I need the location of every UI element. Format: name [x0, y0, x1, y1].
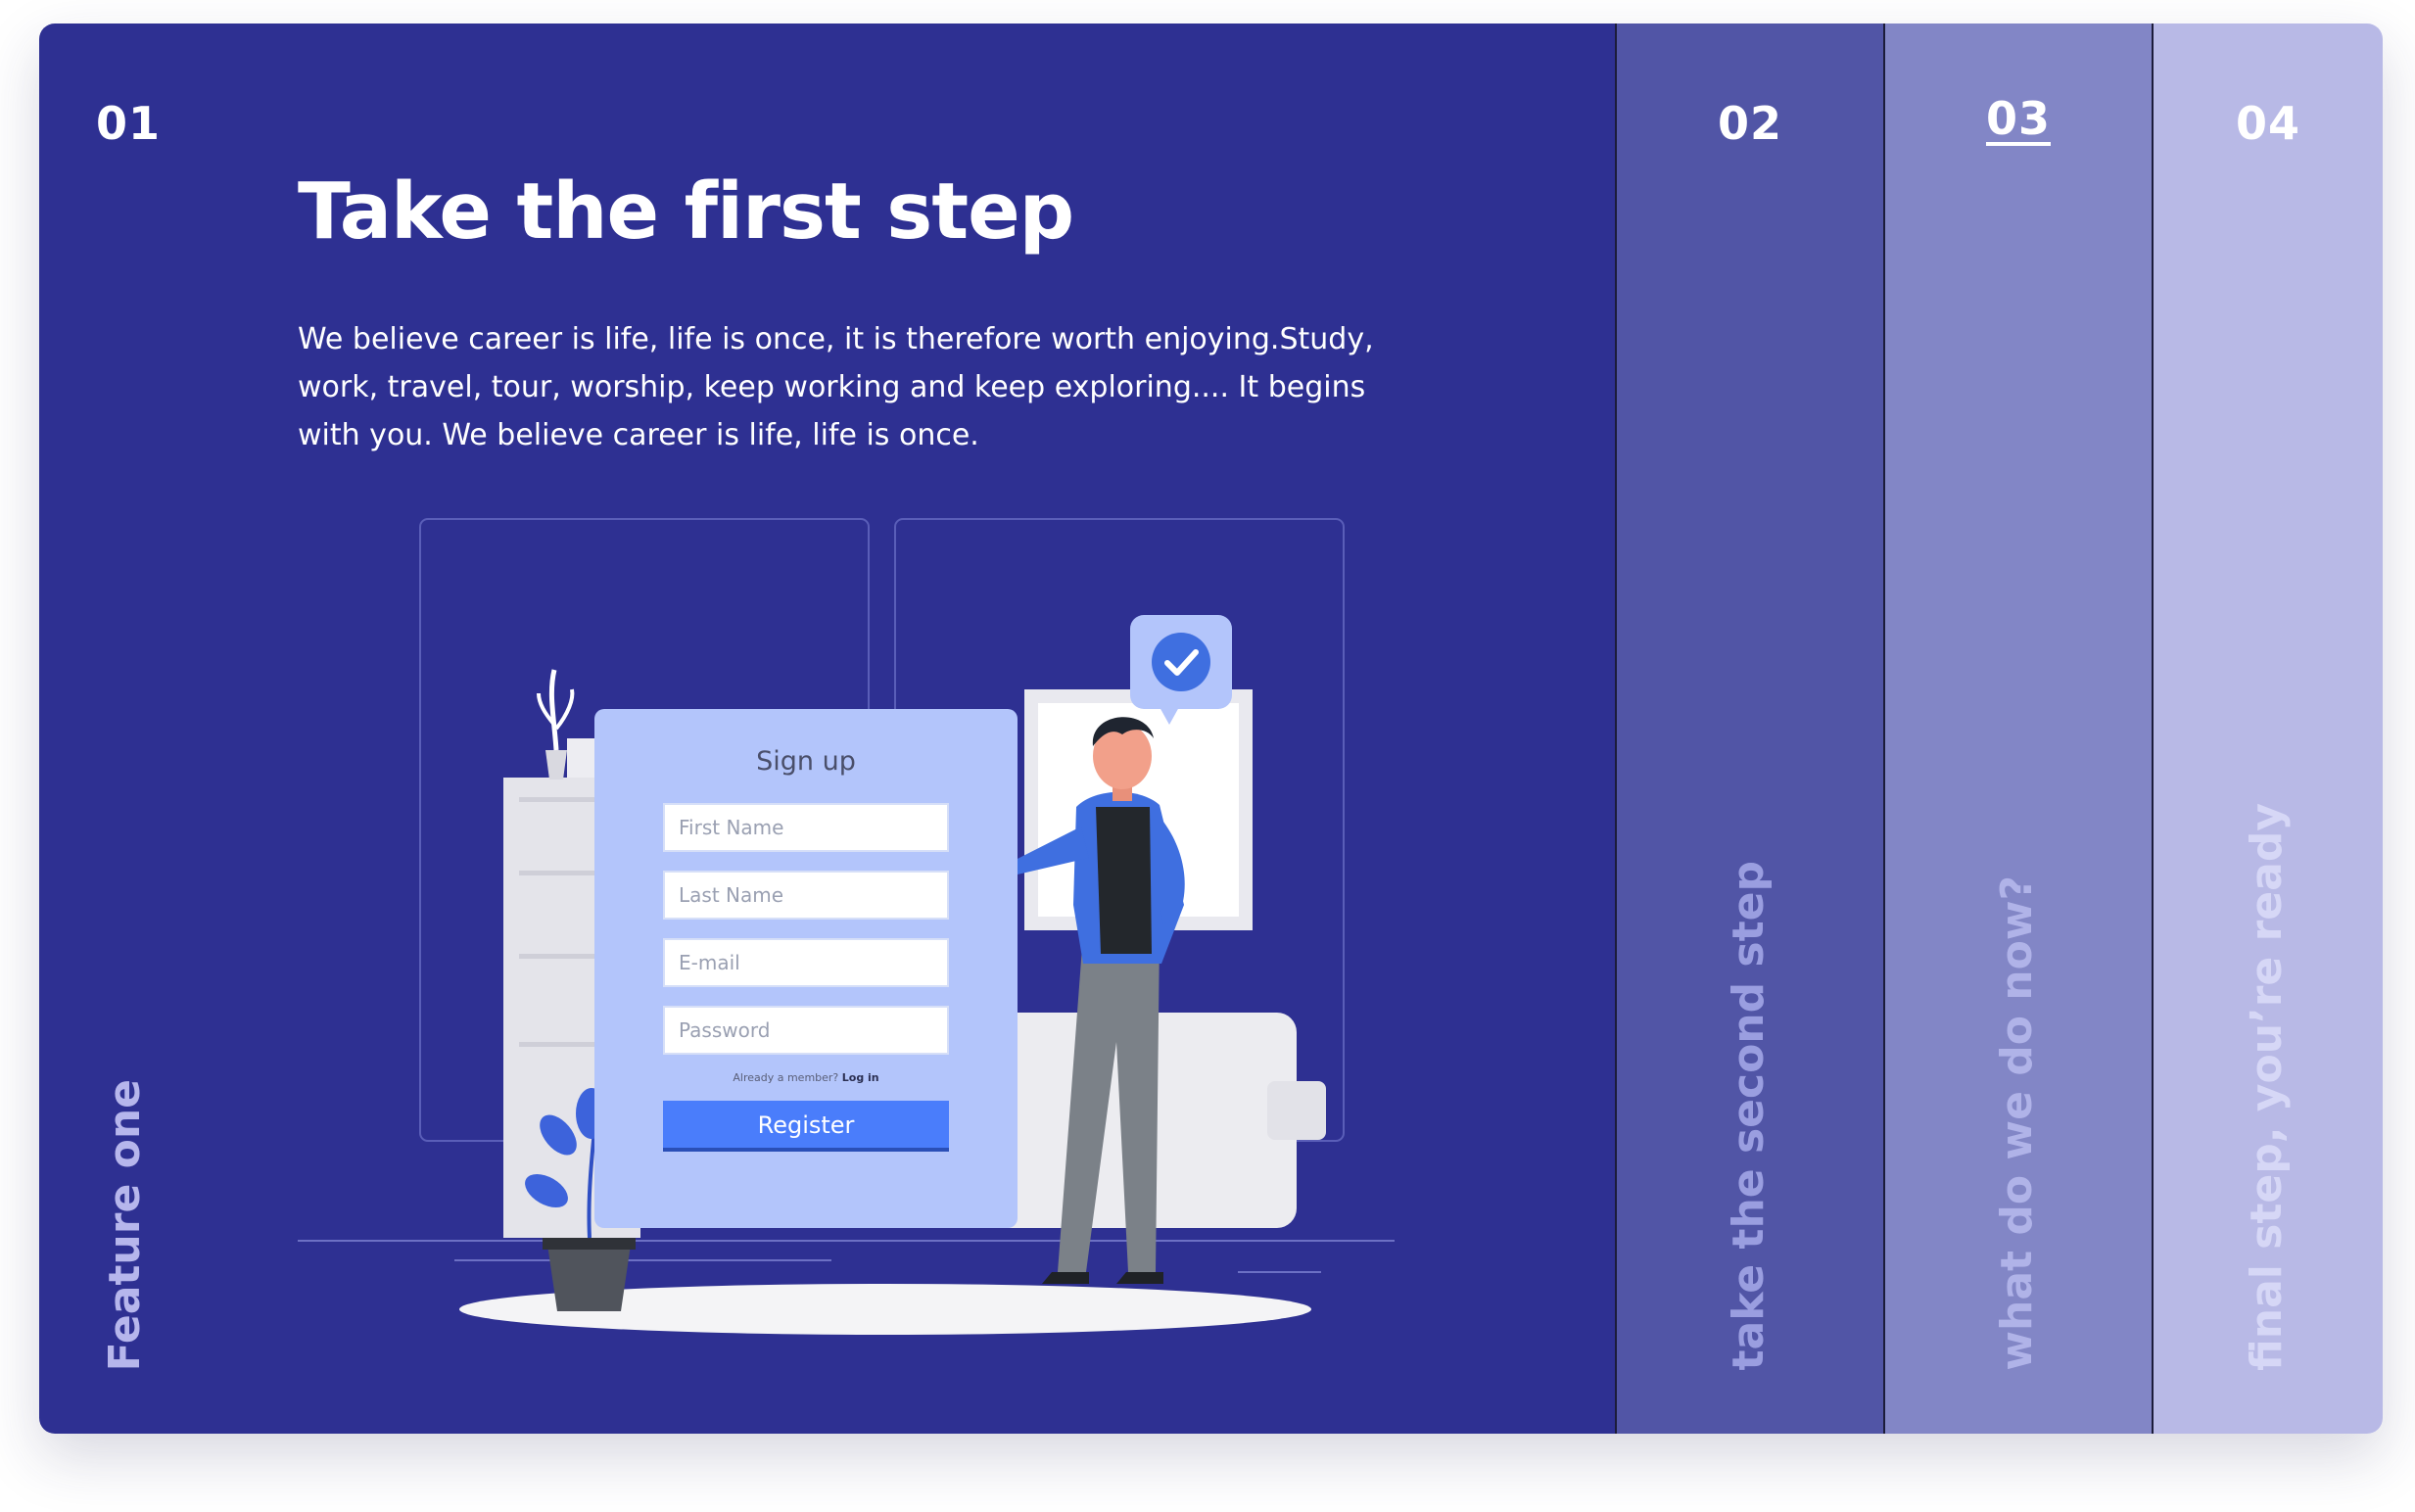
feature-panel-3[interactable]: 03 what do we do now? [1883, 24, 2152, 1434]
login-link[interactable]: Log in [842, 1071, 879, 1084]
panel-description: We believe career is life, life is once,… [298, 322, 1374, 452]
panel-vertical-label: Feature one [100, 1078, 150, 1371]
member-text: Already a member? [733, 1071, 839, 1084]
panel-number: 02 [1717, 97, 1782, 150]
signup-card: Sign up First Name Last Name E-mail Pass… [594, 709, 1018, 1228]
check-badge-icon [1152, 633, 1210, 691]
password-field[interactable]: Password [663, 1006, 949, 1055]
panel-number: 04 [2235, 97, 2300, 150]
feature-panel-1[interactable]: 01 Take the first step We believe career… [39, 24, 1615, 1434]
panel-vertical-label: what do we do now? [1992, 875, 2042, 1371]
last-name-placeholder: Last Name [679, 883, 784, 907]
feature-panel-4[interactable]: 04 final step, you’re ready [2152, 24, 2383, 1434]
panel-title: Take the first step [298, 166, 1074, 257]
password-placeholder: Password [679, 1018, 771, 1042]
panel-number: 01 [96, 97, 162, 150]
email-placeholder: E-mail [679, 951, 740, 974]
last-name-field[interactable]: Last Name [663, 871, 949, 920]
signup-title: Sign up [756, 746, 856, 777]
panel-vertical-label: final step, you’re ready [2242, 803, 2292, 1371]
first-name-placeholder: First Name [679, 816, 784, 839]
register-button[interactable]: Register [663, 1101, 949, 1152]
first-name-field[interactable]: First Name [663, 803, 949, 852]
member-line: Already a member? Log in [594, 1071, 1018, 1084]
email-field[interactable]: E-mail [663, 938, 949, 987]
feature-accordion: 01 Take the first step We believe career… [39, 24, 2383, 1434]
panel-number: 03 [1985, 92, 2051, 145]
panel-vertical-label: take the second step [1724, 861, 1774, 1371]
feature-panel-2[interactable]: 02 take the second step [1615, 24, 1883, 1434]
